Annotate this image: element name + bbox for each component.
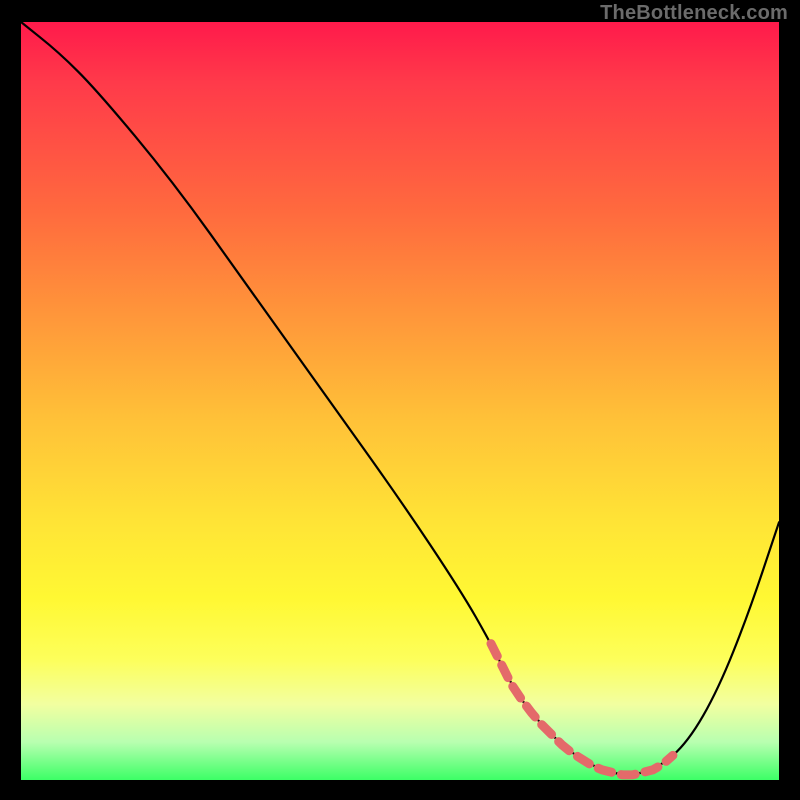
chart-svg (21, 22, 779, 780)
bottom-highlight (491, 644, 673, 775)
bottleneck-curve (21, 22, 779, 774)
stage: TheBottleneck.com (0, 0, 800, 800)
chart-area (21, 22, 779, 780)
